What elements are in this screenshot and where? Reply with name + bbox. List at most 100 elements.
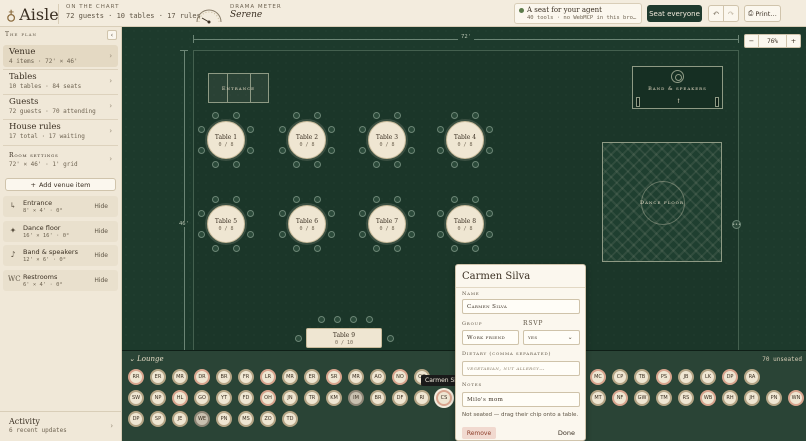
- guest-chip[interactable]: NP: [150, 390, 166, 406]
- table-2[interactable]: Table 20 / 8: [288, 121, 326, 159]
- guest-chip[interactable]: HL: [172, 390, 188, 406]
- hide-button[interactable]: Hide: [94, 277, 108, 284]
- seat[interactable]: [212, 111, 220, 119]
- guest-chip[interactable]: RR: [128, 369, 144, 385]
- guest-chip[interactable]: TB: [634, 369, 650, 385]
- lounge-title[interactable]: ⌄ Lounge: [129, 355, 164, 363]
- seat[interactable]: [197, 230, 205, 238]
- guest-chip[interactable]: BR: [216, 369, 232, 385]
- seat[interactable]: [278, 210, 286, 218]
- more-handle-icon[interactable]: •••: [732, 220, 741, 229]
- guest-chip[interactable]: FD: [238, 390, 254, 406]
- guest-chip[interactable]: SW: [128, 390, 144, 406]
- seat[interactable]: [317, 315, 325, 323]
- guest-chip[interactable]: FR: [238, 369, 254, 385]
- guest-chip[interactable]: OH: [260, 390, 276, 406]
- dance-floor-area[interactable]: Dance floor: [602, 142, 722, 262]
- guest-chip[interactable]: MS: [238, 411, 254, 427]
- guest-chip[interactable]: MT: [590, 390, 606, 406]
- seat[interactable]: [393, 111, 401, 119]
- collapse-sidebar-button[interactable]: ‹: [107, 30, 117, 40]
- guest-chip[interactable]: GO: [194, 390, 210, 406]
- guest-chip[interactable]: WE: [194, 411, 210, 427]
- seat[interactable]: [197, 210, 205, 218]
- hide-button[interactable]: Hide: [94, 228, 108, 235]
- guest-chip[interactable]: WB: [700, 390, 716, 406]
- guest-chip[interactable]: GW: [634, 390, 650, 406]
- table-5[interactable]: Table 50 / 8: [207, 205, 245, 243]
- table-9[interactable]: Table 9 0 / 10: [306, 328, 382, 348]
- guest-chip[interactable]: PN: [216, 411, 232, 427]
- guest-chip[interactable]: DP: [128, 411, 144, 427]
- seat[interactable]: [293, 195, 301, 203]
- sidebar-section-venue[interactable]: Venue 4 items · 72' × 46' ›: [3, 45, 118, 67]
- guest-chip[interactable]: ER: [150, 369, 166, 385]
- hide-button[interactable]: Hide: [94, 203, 108, 210]
- seat[interactable]: [313, 195, 321, 203]
- guest-chip[interactable]: PS: [656, 369, 672, 385]
- sidebar-section-room-settings[interactable]: Room settings 72' × 46' · 1' grid ›: [3, 148, 118, 170]
- sidebar-section-tables[interactable]: Tables 10 tables · 84 seats ›: [3, 70, 118, 92]
- group-field[interactable]: Work friend: [462, 330, 519, 345]
- guest-chip[interactable]: KM: [326, 390, 342, 406]
- seat[interactable]: [451, 195, 459, 203]
- seat[interactable]: [313, 111, 321, 119]
- guest-chip[interactable]: DP: [722, 369, 738, 385]
- guest-chip[interactable]: JE: [172, 411, 188, 427]
- seat[interactable]: [451, 111, 459, 119]
- app-logo[interactable]: ♁ Aisle: [6, 5, 59, 24]
- guest-chip[interactable]: DF: [392, 390, 408, 406]
- venue-item-restrooms[interactable]: WC Restrooms 6' × 4' · 0° Hide: [3, 270, 118, 291]
- seat[interactable]: [365, 315, 373, 323]
- seat[interactable]: [197, 126, 205, 134]
- table-3[interactable]: Table 30 / 8: [368, 121, 406, 159]
- seat[interactable]: [278, 230, 286, 238]
- sidebar-section-guests[interactable]: Guests 72 guests · 70 attending ›: [3, 95, 118, 117]
- seat[interactable]: [278, 126, 286, 134]
- guest-chip[interactable]: ZO: [260, 411, 276, 427]
- seat[interactable]: [436, 210, 444, 218]
- table-6[interactable]: Table 60 / 8: [288, 205, 326, 243]
- zoom-out-button[interactable]: −: [745, 35, 758, 47]
- seat[interactable]: [358, 126, 366, 134]
- seat[interactable]: [232, 195, 240, 203]
- print-button[interactable]: ⎙ Print…: [744, 5, 781, 22]
- guest-chip[interactable]: JB: [678, 369, 694, 385]
- hide-button[interactable]: Hide: [94, 252, 108, 259]
- table-8[interactable]: Table 80 / 8: [446, 205, 484, 243]
- add-venue-item-button[interactable]: + Add venue item: [5, 178, 116, 191]
- guest-chip[interactable]: CP: [612, 369, 628, 385]
- venue-item-band[interactable]: ♪ Band & speakers 12' × 6' · 0° Hide: [3, 245, 118, 266]
- guest-chip[interactable]: MC: [590, 369, 606, 385]
- agent-card[interactable]: A seat for your agent 40 tools · no WebM…: [514, 3, 642, 24]
- guest-chip[interactable]: ER: [304, 369, 320, 385]
- redo-icon[interactable]: ↷: [723, 6, 738, 21]
- guest-chip[interactable]: CS: [436, 390, 452, 406]
- venue-item-dance-floor[interactable]: ✦ Dance floor 16' × 16' · 0° Hide: [3, 221, 118, 242]
- table-4[interactable]: Table 40 / 8: [446, 121, 484, 159]
- seat[interactable]: [471, 111, 479, 119]
- guest-chip[interactable]: PN: [766, 390, 782, 406]
- guest-chip[interactable]: NF: [612, 390, 628, 406]
- seat[interactable]: [436, 146, 444, 154]
- guest-chip[interactable]: JH: [744, 390, 760, 406]
- entrance-area[interactable]: Entrance: [208, 73, 269, 103]
- guest-chip[interactable]: LR: [260, 369, 276, 385]
- seat[interactable]: [212, 195, 220, 203]
- guest-chip[interactable]: DR: [194, 369, 210, 385]
- guest-chip[interactable]: AO: [370, 369, 386, 385]
- done-button[interactable]: Done: [558, 429, 575, 437]
- seat[interactable]: [386, 334, 394, 342]
- seat[interactable]: [436, 126, 444, 134]
- guest-chip[interactable]: LK: [700, 369, 716, 385]
- seat[interactable]: [197, 146, 205, 154]
- guest-chip[interactable]: NO: [392, 369, 408, 385]
- seat[interactable]: [471, 195, 479, 203]
- sidebar-section-house-rules[interactable]: House rules 17 total · 17 waiting ›: [3, 120, 118, 142]
- seat[interactable]: [436, 230, 444, 238]
- guest-chip[interactable]: SR: [326, 369, 342, 385]
- band-area[interactable]: Band & speakers ↑: [632, 66, 723, 109]
- seat[interactable]: [358, 210, 366, 218]
- seat[interactable]: [278, 146, 286, 154]
- seat[interactable]: [349, 315, 357, 323]
